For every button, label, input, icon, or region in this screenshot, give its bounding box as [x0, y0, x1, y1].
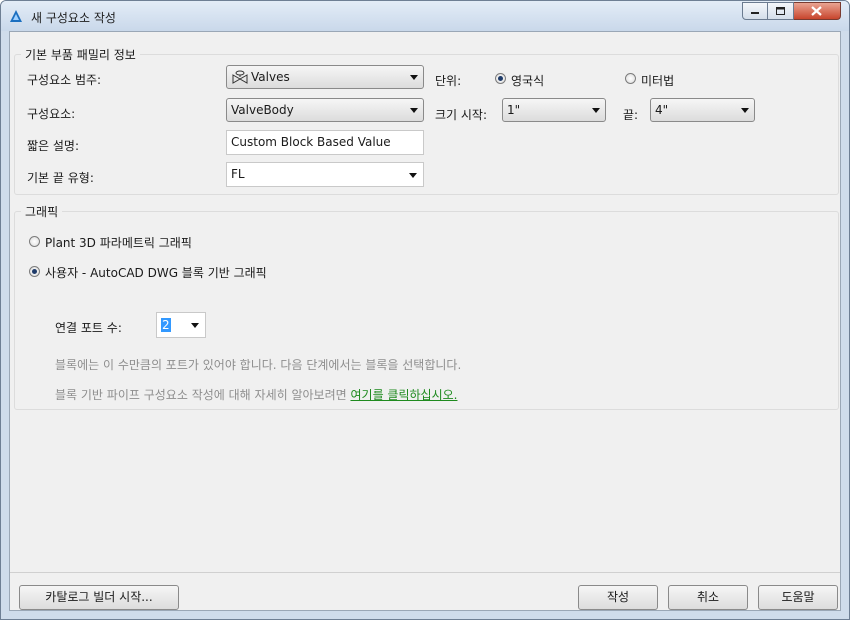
end-type-value: FL — [231, 167, 245, 181]
footer-bar: 카탈로그 빌더 시작... 작성 취소 도움말 — [10, 572, 840, 612]
maximize-button[interactable] — [768, 2, 794, 20]
size-start-dropdown-arrow-icon — [592, 108, 600, 113]
ports-dropdown-arrow-icon — [191, 323, 199, 328]
parametric-graphics-radio[interactable] — [29, 236, 40, 247]
end-type-combo[interactable]: FL — [226, 162, 424, 187]
component-value: ValveBody — [231, 103, 294, 117]
family-info-group: 기본 부품 패밀리 정보 구성요소 범주: Valves 구성요소: Valve… — [14, 46, 839, 195]
dialog-window: 새 구성요소 작성 기본 부품 패밀리 정보 구성요소 범주: Valves 구… — [0, 0, 850, 620]
title-bar[interactable]: 새 구성요소 작성 — [1, 1, 849, 31]
size-start-value: 1" — [507, 103, 521, 117]
component-combo[interactable]: ValveBody — [226, 98, 424, 122]
category-combo[interactable]: Valves — [226, 65, 424, 89]
autocad-plant-icon — [10, 10, 22, 22]
size-end-dropdown-arrow-icon — [741, 108, 749, 113]
minimize-button[interactable] — [742, 2, 768, 20]
ports-value: 2 — [161, 318, 171, 332]
ports-hint: 블록에는 이 수만큼의 포트가 있어야 합니다. 다음 단계에서는 블록을 선택… — [55, 358, 462, 372]
units-metric-radio[interactable] — [625, 73, 636, 84]
maximize-icon — [776, 7, 785, 15]
short-desc-value: Custom Block Based Value — [231, 135, 391, 149]
learn-more-link[interactable]: 여기를 클릭하십시오. — [350, 388, 457, 402]
learn-more-prefix: 블록 기반 파이프 구성요소 작성에 대해 자세히 알아보려면 — [55, 388, 351, 402]
window-title: 새 구성요소 작성 — [31, 11, 116, 25]
create-button[interactable]: 작성 — [578, 585, 658, 610]
parametric-graphics-label[interactable]: Plant 3D 파라메트릭 그래픽 — [45, 234, 192, 251]
end-type-dropdown-arrow-icon — [409, 173, 417, 178]
learn-more-hint: 블록 기반 파이프 구성요소 작성에 대해 자세히 알아보려면 여기를 클릭하십… — [55, 386, 457, 403]
valve-icon — [232, 70, 248, 84]
block-graphics-radio[interactable] — [29, 266, 40, 277]
family-info-title: 기본 부품 패밀리 정보 — [21, 46, 140, 63]
close-icon — [811, 6, 822, 16]
size-end-label: 끝: — [623, 108, 639, 122]
end-type-label: 기본 끝 유형: — [27, 171, 94, 185]
short-desc-input[interactable]: Custom Block Based Value — [226, 130, 424, 155]
size-end-combo[interactable]: 4" — [650, 98, 755, 122]
cancel-button[interactable]: 취소 — [668, 585, 748, 610]
block-graphics-label[interactable]: 사용자 - AutoCAD DWG 블록 기반 그래픽 — [45, 264, 267, 281]
close-button[interactable] — [794, 2, 841, 20]
catalog-builder-button[interactable]: 카탈로그 빌더 시작... — [19, 585, 179, 610]
units-imperial-label[interactable]: 영국식 — [511, 72, 544, 89]
short-desc-label: 짧은 설명: — [27, 139, 80, 153]
component-label: 구성요소: — [27, 107, 76, 121]
size-start-label: 크기 시작: — [435, 108, 488, 122]
graphics-group: 그래픽 Plant 3D 파라메트릭 그래픽 사용자 - AutoCAD DWG… — [14, 203, 839, 410]
ports-combo[interactable]: 2 — [156, 312, 206, 338]
units-imperial-radio[interactable] — [495, 73, 506, 84]
minimize-icon — [751, 12, 759, 14]
help-button[interactable]: 도움말 — [758, 585, 838, 610]
category-dropdown-arrow-icon — [410, 75, 418, 80]
category-label: 구성요소 범주: — [27, 73, 102, 87]
size-end-value: 4" — [655, 103, 669, 117]
category-value: Valves — [251, 70, 290, 84]
units-label: 단위: — [435, 74, 462, 88]
units-metric-label[interactable]: 미터법 — [641, 72, 674, 89]
ports-label: 연결 포트 수: — [55, 321, 122, 335]
dialog-body: 기본 부품 패밀리 정보 구성요소 범주: Valves 구성요소: Valve… — [9, 31, 841, 611]
size-start-combo[interactable]: 1" — [502, 98, 606, 122]
graphics-title: 그래픽 — [21, 203, 63, 220]
component-dropdown-arrow-icon — [410, 108, 418, 113]
